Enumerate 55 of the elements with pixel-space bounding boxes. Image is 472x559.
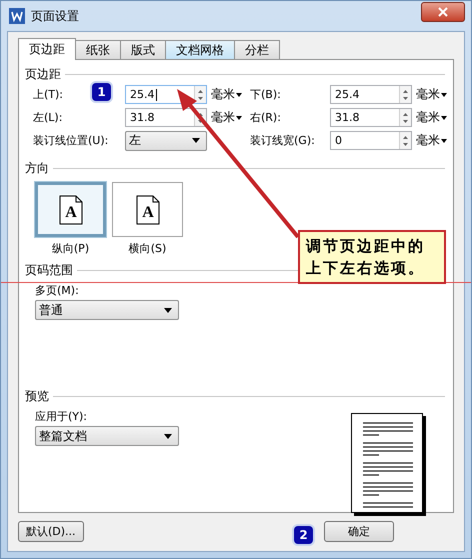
spin-arrows-icon[interactable] [194,86,206,103]
spin-arrows-icon[interactable] [399,132,411,149]
spin-arrows-icon[interactable] [399,109,411,126]
unit-dropdown[interactable]: 毫米 [413,132,455,149]
orientation-option[interactable]: A [112,182,183,237]
caret-icon [164,434,172,438]
dropdown[interactable]: 左 [125,130,207,150]
section-title: 页边距 [25,66,61,83]
section-title: 方向 [25,160,49,177]
spin-field[interactable]: 31.8 [330,108,412,127]
tab[interactable]: 纸张 [75,40,121,59]
section-title: 预览 [25,388,49,405]
spin-arrows-icon[interactable] [399,86,411,103]
dropdown[interactable]: 普通 [35,300,179,320]
unit-dropdown[interactable]: 毫米 [413,86,455,103]
window-title: 页面设置 [31,8,80,24]
tab[interactable]: 分栏 [234,40,280,59]
caret-icon [441,116,447,120]
field-label: 装订线位置(U): [33,133,108,148]
step-badge: 1 [92,83,111,101]
spin-field[interactable]: 25.4 [125,85,207,104]
default-button[interactable]: 默认(D)... [18,521,84,542]
caret-icon [236,92,242,96]
unit-dropdown[interactable]: 毫米 [413,109,455,126]
tab[interactable]: 版式 [120,40,166,59]
spin-field[interactable]: 31.8 [125,108,207,127]
caret-icon [192,138,200,143]
caret-icon [164,308,172,312]
tab[interactable]: 页边距 [18,38,76,60]
field-label: 装订线宽(G): [250,133,315,148]
ok-button[interactable]: 确定 [324,521,394,542]
field-label: 下(B): [250,87,281,102]
unit-dropdown[interactable]: 毫米 [208,86,250,103]
field-label: 多页(M): [35,283,80,298]
caret-icon [441,92,447,96]
callout-note: 调节页边距中的上下左右选项。 [298,230,446,284]
spin-field[interactable]: 25.4 [330,85,412,104]
step-badge: 2 [294,526,313,544]
field-label: 上(T): [33,87,64,102]
dropdown[interactable]: 整篇文档 [35,426,179,446]
field-label: 应用于(Y): [35,409,88,424]
option-label: 纵向(P) [52,241,90,256]
unit-dropdown[interactable]: 毫米 [208,109,250,126]
spin-field[interactable]: 0 [330,131,412,150]
app-icon [9,8,25,24]
caret-icon [236,116,242,120]
caret-icon [441,138,447,142]
orientation-option[interactable]: A [35,182,106,237]
close-icon[interactable] [438,7,448,17]
tab[interactable]: 文档网格 [165,40,235,59]
section-title: 页码范围 [25,262,73,279]
field-label: 左(L): [33,110,62,125]
option-label: 横向(S) [128,241,166,256]
field-label: 右(R): [250,110,281,125]
close-button[interactable] [421,2,465,22]
